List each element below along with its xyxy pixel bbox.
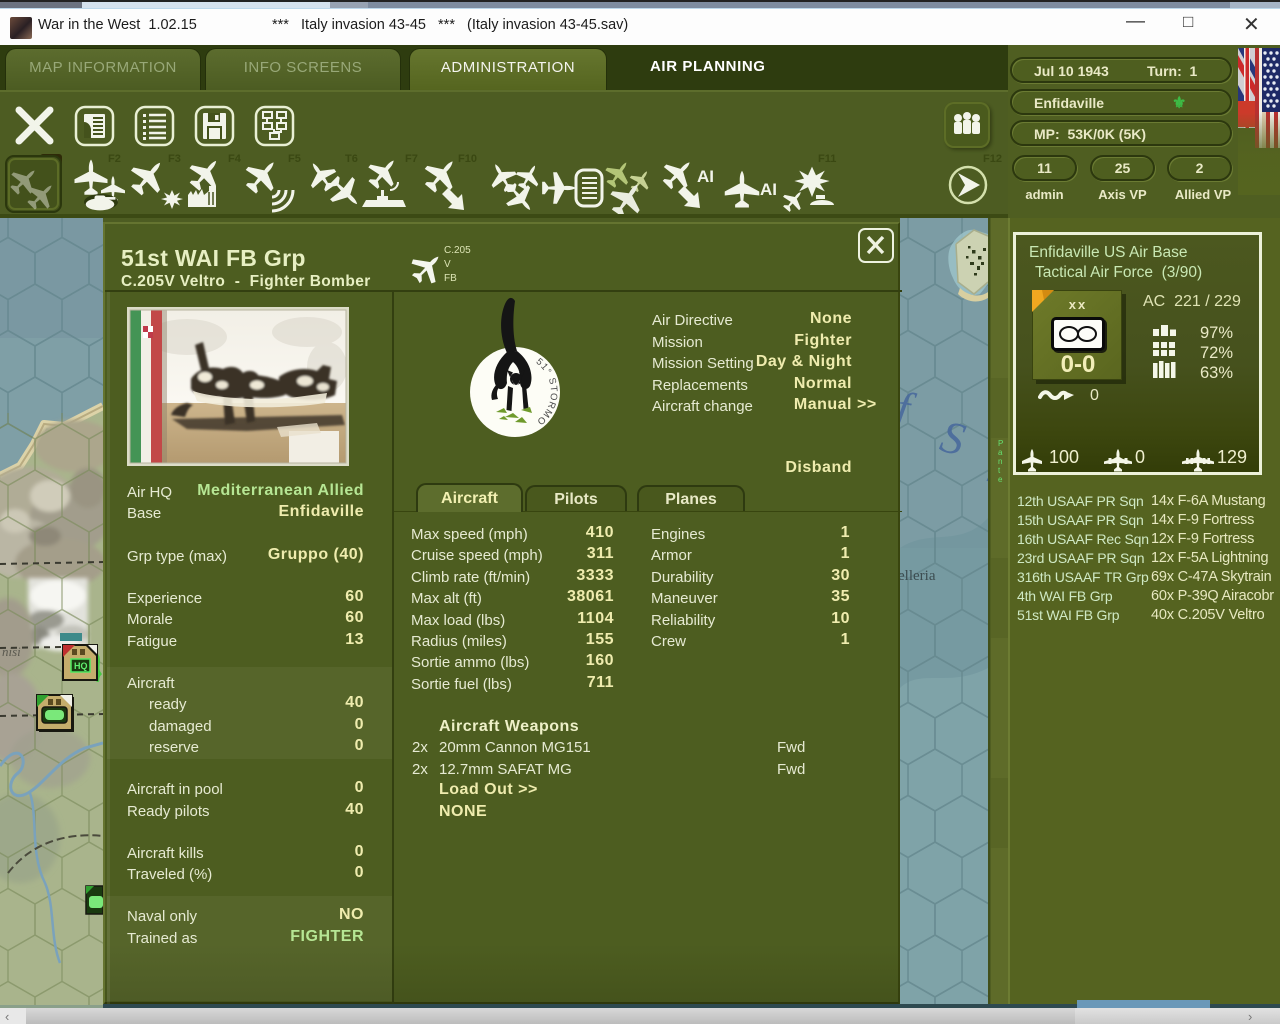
svg-text:F3: F3 [168,153,181,165]
svg-text:P: P [998,439,1003,448]
svg-text:F10: F10 [458,153,477,165]
svg-text:a: a [998,448,1003,457]
svg-text:AI: AI [760,180,777,199]
svg-text:F2: F2 [108,153,121,165]
svg-text:F12: F12 [983,153,1002,165]
svg-text:F11: F11 [818,153,836,165]
svg-text:nisi: nisi [2,644,21,659]
svg-text:AI: AI [697,167,714,186]
svg-text:F4: F4 [228,153,242,165]
svg-text:HQ: HQ [74,661,88,671]
svg-text:F7: F7 [405,153,418,165]
svg-text:F5: F5 [288,153,301,165]
svg-text:T6: T6 [345,153,358,165]
svg-text:n: n [998,457,1002,466]
svg-text:e: e [998,475,1003,484]
svg-text:elleria: elleria [900,568,936,584]
